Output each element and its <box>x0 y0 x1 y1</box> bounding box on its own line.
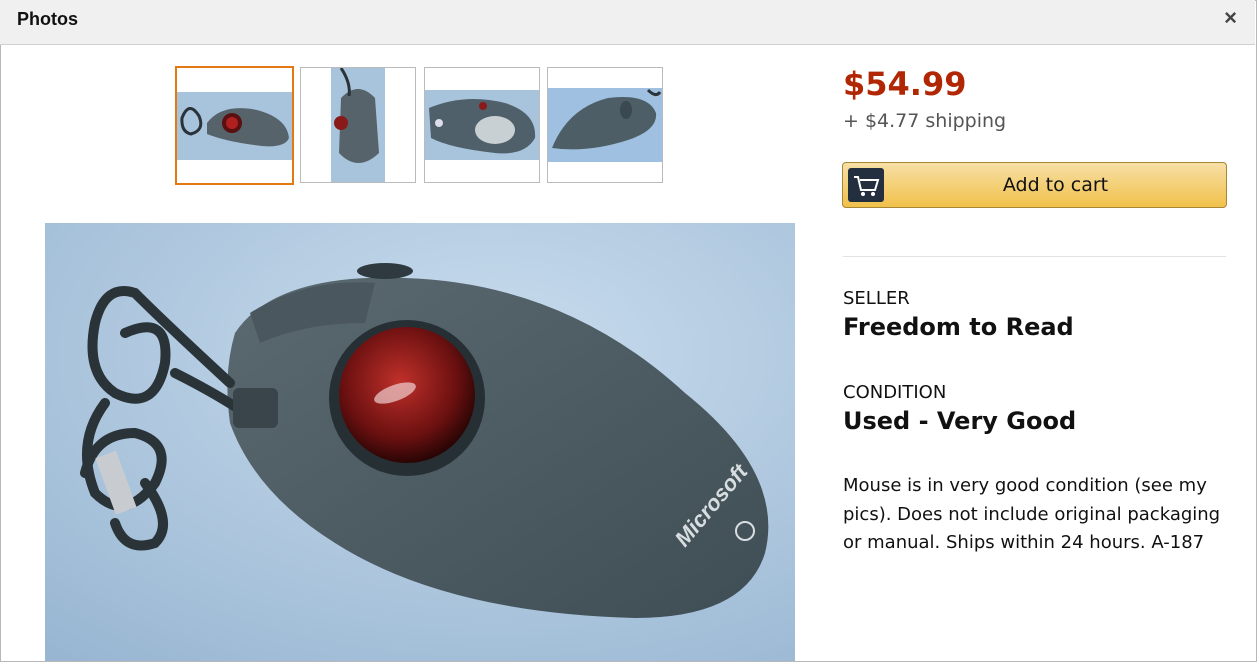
thumbnail-3[interactable] <box>424 67 540 183</box>
cart-icon <box>848 168 884 202</box>
divider <box>843 256 1226 257</box>
main-product-photo: Microsoft <box>45 223 795 661</box>
price: $54.99 <box>843 65 967 103</box>
offer-description: Mouse is in very good condition (see my … <box>843 475 1221 553</box>
condition-value: Used - Very Good <box>843 407 1077 435</box>
dialog-header: Photos × <box>0 0 1255 45</box>
thumbnail-4[interactable] <box>547 67 663 183</box>
thumbnail-1[interactable] <box>175 66 294 185</box>
shipping-cost: + $4.77 shipping <box>843 110 1007 132</box>
close-icon[interactable]: × <box>1224 6 1237 30</box>
add-to-cart-label: Add to cart <box>1002 174 1109 196</box>
dialog-title: Photos <box>17 9 78 29</box>
seller-heading: SELLER <box>843 288 910 309</box>
thumbnail-2[interactable] <box>300 67 416 183</box>
seller-name: Freedom to Read <box>843 313 1074 341</box>
add-to-cart-button[interactable]: Add to cart <box>842 162 1227 208</box>
condition-heading: CONDITION <box>843 382 947 403</box>
